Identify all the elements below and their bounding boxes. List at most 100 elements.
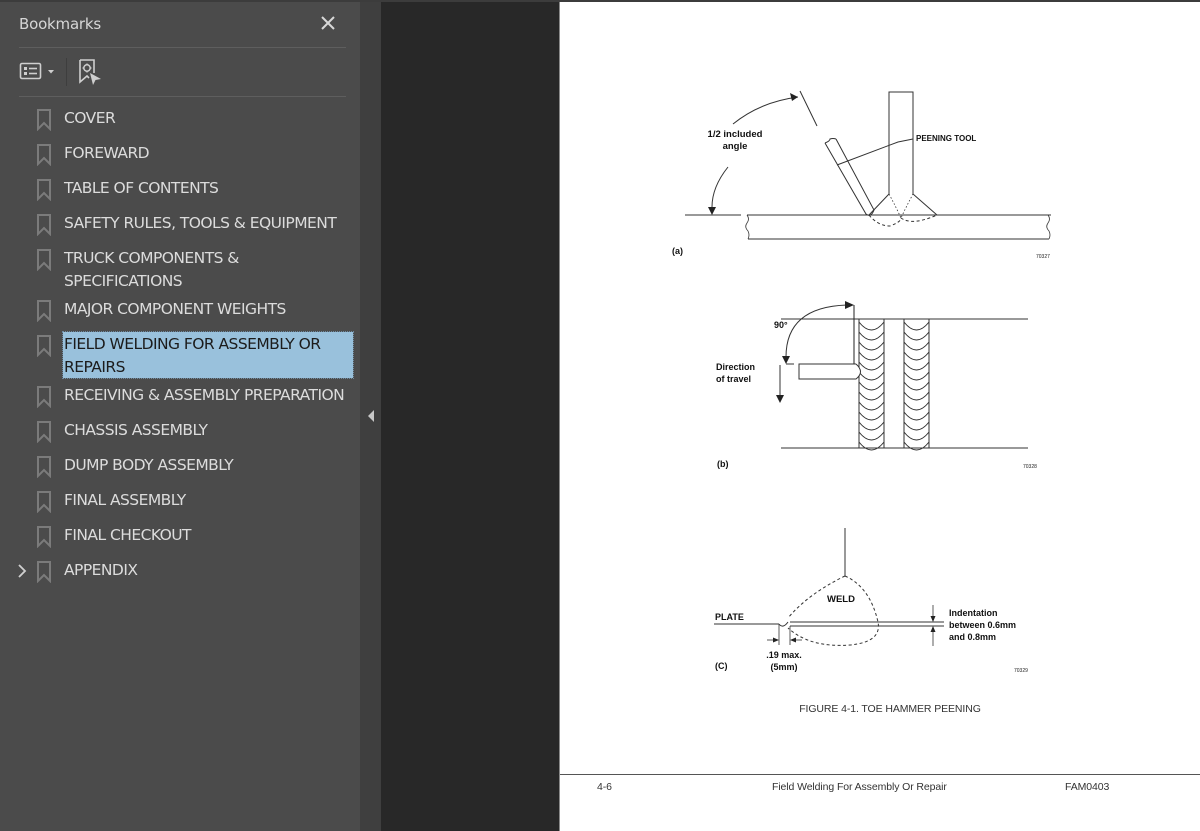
bookmark-icon [37,335,51,357]
bookmark-icon [37,386,51,408]
bookmark-icon [37,561,51,583]
weld-ripple [858,401,885,411]
bookmark-item-field-welding[interactable]: FIELD WELDING FOR ASSEMBLY OR REPAIRS [0,331,360,380]
direction-label-line1: Direction [716,362,755,372]
indentation-label-line2: between 0.6mm [949,620,1016,630]
weld-ripple [903,371,930,381]
pdf-viewer: Bookmarks COVER FOREWARD TABLE OF CONTEN… [0,0,1200,831]
bookmark-item-table-of-contents[interactable]: TABLE OF CONTENTS [0,176,360,206]
weld-ripple [903,441,930,451]
peening-tool-label: PEENING TOOL [916,134,976,143]
figure-toe-hammer-peening: 1/2 included angle PEENING TOOL (a) 7032… [672,90,1051,674]
find-current-bookmark-button[interactable] [78,58,104,86]
close-icon [321,16,335,30]
footer-doc-code: FAM0403 [1065,781,1110,793]
weld-ripple [858,351,885,361]
weld-ripple [903,331,930,341]
bookmark-item-receiving-assembly-prep[interactable]: RECEIVING & ASSEMBLY PREPARATION [0,383,360,413]
weld-bead-ripples [858,321,930,451]
header-divider [19,47,346,48]
bookmark-icon [37,421,51,443]
weld-ripple [903,391,930,401]
plate-label: PLATE [715,612,744,622]
weld-ripple [858,321,885,331]
direction-label-line2: of travel [716,374,751,384]
bookmark-label: MAJOR COMPONENT WEIGHTS [64,300,286,318]
footer-page-number: 4-6 [597,781,612,793]
bookmark-options-button[interactable] [19,59,59,85]
bookmark-icon [37,456,51,478]
bookmark-item-major-component-weights[interactable]: MAJOR COMPONENT WEIGHTS [0,297,360,327]
footer-rule [560,774,1200,775]
bookmark-item-foreward[interactable]: FOREWARD [0,141,360,171]
bookmark-label: DUMP BODY ASSEMBLY [64,456,234,474]
panel-splitter[interactable] [360,2,381,831]
bookmark-item-cover[interactable]: COVER [0,106,360,136]
bookmark-icon [37,526,51,548]
weld-ripple [858,441,885,451]
close-panel-button[interactable] [317,12,339,34]
bookmark-item-dump-body-assembly[interactable]: DUMP BODY ASSEMBLY [0,453,360,483]
bookmark-item-chassis-assembly[interactable]: CHASSIS ASSEMBLY [0,418,360,448]
bookmark-icon [37,144,51,166]
angle-label-line2: angle [723,141,748,152]
weld-ripple [858,371,885,381]
collapse-panel-button[interactable] [365,406,377,426]
collapse-left-triangle-icon [368,410,374,422]
weld-ripple [858,381,885,391]
document-viewport[interactable]: 1/2 included angle PEENING TOOL (a) 7032… [381,2,1200,831]
figure-b: 90° Direction of travel (b) 70328 [716,301,1037,470]
bookmark-label: FIELD WELDING FOR ASSEMBLY OR REPAIRS [62,331,354,379]
weld-ripple [903,411,930,421]
weld-ripple [858,411,885,421]
bookmark-icon [37,249,51,271]
weld-ripple [858,421,885,431]
chevron-right-icon[interactable] [16,563,28,579]
ninety-degree-label: 90° [774,320,788,330]
weld-ripple [858,431,885,441]
bookmark-label: FINAL CHECKOUT [64,526,192,544]
figure-c-label: (C) [715,661,728,671]
bookmark-item-appendix[interactable]: APPENDIX [0,558,360,588]
bookmark-icon [37,491,51,513]
bookmark-label: SAFETY RULES, TOOLS & EQUIPMENT [64,214,337,232]
figure-c: WELD PLATE .19 max. (5mm) Indentation be… [714,528,1028,674]
panel-title: Bookmarks [19,15,102,33]
weld-label: WELD [827,594,855,605]
weld-ripple [903,401,930,411]
weld-ripple [903,381,930,391]
bookmark-label: FOREWARD [64,144,150,162]
max-label-line2: (5mm) [770,662,797,672]
weld-ripple [903,361,930,371]
weld-ripple [903,321,930,331]
figure-a: 1/2 included angle PEENING TOOL (a) 7032… [672,90,1051,260]
bookmark-item-final-checkout[interactable]: FINAL CHECKOUT [0,523,360,553]
list-options-icon [19,62,54,80]
footer-section-title: Field Welding For Assembly Or Repair [772,781,947,793]
bookmark-icon [37,214,51,236]
bookmark-label: CHASSIS ASSEMBLY [64,421,208,439]
bookmark-label: APPENDIX [64,561,138,579]
figure-caption: FIGURE 4-1. TOE HAMMER PEENING [799,703,981,715]
bookmark-label: TRUCK COMPONENTS & SPECIFICATIONS [64,249,239,290]
bookmark-label: TABLE OF CONTENTS [64,179,219,197]
figure-b-label: (b) [717,459,729,469]
bookmark-item-final-assembly[interactable]: FINAL ASSEMBLY [0,488,360,518]
weld-ripple [858,331,885,341]
find-current-bookmark-icon [79,59,101,85]
weld-ripple [903,421,930,431]
weld-ripple [858,341,885,351]
toolbar-separator [66,58,67,86]
weld-ripple [858,391,885,401]
figure-a-label: (a) [672,246,683,256]
weld-ripple [903,351,930,361]
figure-b-ref: 70328 [1023,464,1037,470]
bookmark-label: FINAL ASSEMBLY [64,491,186,509]
indentation-label-line3: and 0.8mm [949,632,996,642]
bookmark-item-safety-rules[interactable]: SAFETY RULES, TOOLS & EQUIPMENT [0,211,360,241]
angle-label-line1: 1/2 included [708,129,763,140]
bookmark-item-truck-components[interactable]: TRUCK COMPONENTS & SPECIFICATIONS [0,246,360,294]
toolbar-divider [19,96,346,97]
weld-ripple [903,431,930,441]
weld-ripple [858,361,885,371]
